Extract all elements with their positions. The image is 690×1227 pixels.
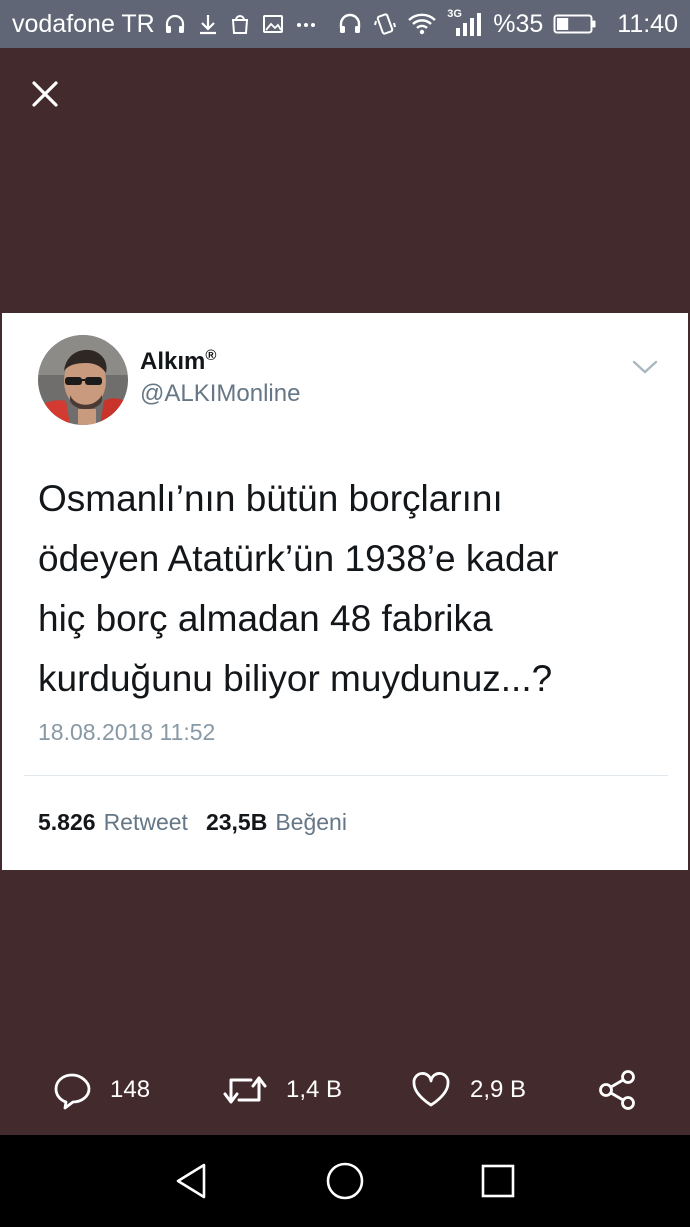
system-icons: 3G %35 11:40 [337,8,678,39]
author-handle[interactable]: @ALKIMonline [140,380,300,408]
tweet-text: Osmanlı’nın bütün borçlarını ödeyen Atat… [38,469,658,709]
back-icon [176,1163,206,1199]
download-icon [199,15,216,35]
tweet-card: Alkım® @ALKIMonline Osmanlı’nın bütün bo… [2,313,688,870]
avatar-image [38,335,128,425]
share-icon [599,1070,635,1110]
home-button[interactable] [323,1159,367,1203]
chevron-down-icon [632,360,658,374]
retweet-action-count: 1,4 B [286,1076,343,1103]
tweet-text-line: hiç borç almadan 48 fabrika [38,598,493,639]
retweet-label[interactable]: Retweet [104,809,188,836]
navigation-bar [0,1135,690,1227]
headset-icon [340,13,361,33]
reply-count: 148 [110,1076,151,1103]
image-icon [262,15,283,33]
battery-icon [553,14,596,34]
close-icon [32,81,58,107]
cellular-signal: 3G [447,8,482,38]
reply-icon [54,1073,91,1110]
like-action-count: 2,9 B [470,1076,527,1103]
like-label[interactable]: Beğeni [275,809,347,836]
retweet-icon [223,1076,267,1104]
registered-mark: ® [205,347,217,364]
author-name[interactable]: Alkım® [140,347,216,376]
headphones-icon [165,14,184,33]
tweet-text-line: Osmanlı’nın bütün borçlarını [38,478,503,519]
clock: 11:40 [617,9,678,38]
battery-percent: %35 [493,9,544,38]
carrier-label: vodafone TR [12,9,155,38]
retweet-button[interactable]: 1,4 B [222,1060,342,1120]
author-name-text: Alkım [140,348,206,375]
avatar[interactable] [38,335,128,425]
home-icon [326,1162,364,1200]
tweet-text-line: kurduğunu biliyor muydunuz...? [38,658,553,699]
recents-icon [481,1164,515,1198]
tweet-timestamp[interactable]: 18.08.2018 11:52 [38,719,215,746]
divider [24,775,668,776]
tweet-stats: 5.826 Retweet 23,5B Beğeni [38,809,365,836]
close-button[interactable] [26,75,64,113]
recents-button[interactable] [476,1159,520,1203]
signal-icon [456,13,482,36]
like-button[interactable]: 2,9 B [410,1060,526,1120]
store-icon [231,15,248,34]
action-bar: 148 1,4 B 2,9 B [0,1060,690,1120]
share-button[interactable] [596,1060,640,1120]
vibrate-icon [374,13,397,35]
back-button[interactable] [170,1159,214,1203]
tweet-menu-button[interactable] [630,357,660,377]
reply-button[interactable]: 148 [52,1060,150,1120]
like-count[interactable]: 23,5B [206,809,267,836]
status-bar: vodafone TR 3G %35 11:40 [0,0,690,48]
tweet-text-line: ödeyen Atatürk’ün 1938’e kadar [38,538,559,579]
retweet-count[interactable]: 5.826 [38,809,96,836]
notification-icons [163,12,317,36]
wifi-icon [408,13,437,35]
heart-icon [412,1072,450,1107]
more-icon [296,23,315,27]
